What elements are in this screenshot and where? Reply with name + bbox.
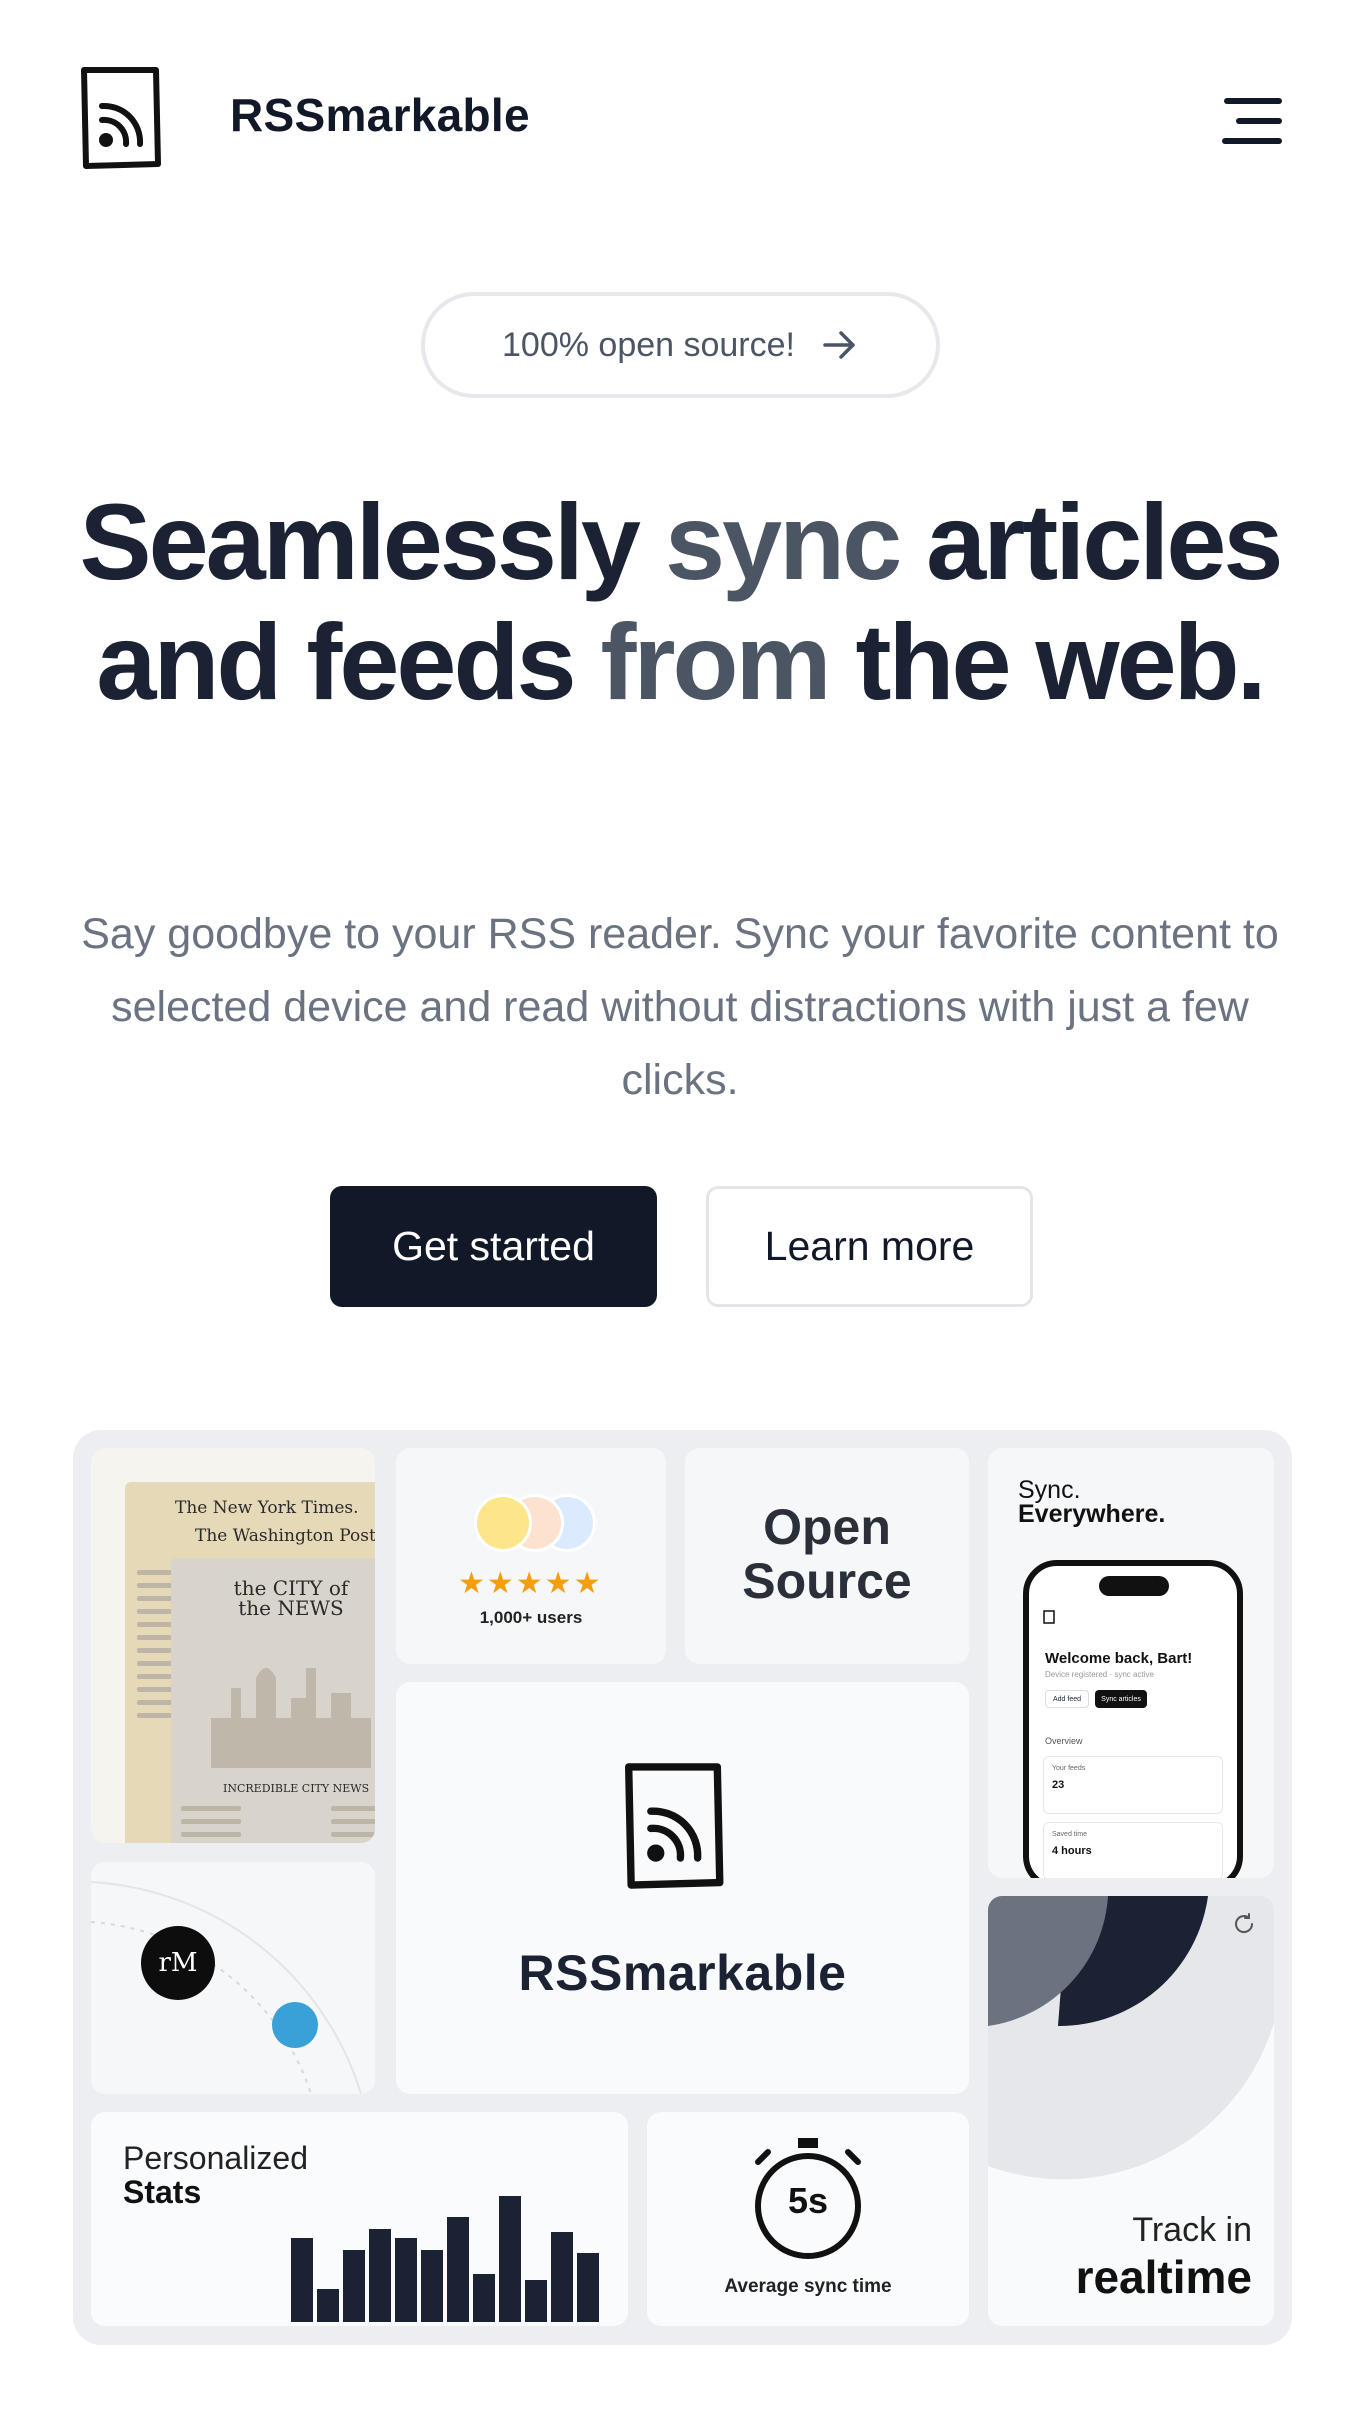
stats-bar xyxy=(447,2217,469,2322)
rss-notebook-icon xyxy=(1043,1610,1055,1624)
hamburger-menu-icon[interactable] xyxy=(1216,96,1282,146)
phone-mockup: Welcome back, Bart! Device registered · … xyxy=(1023,1560,1243,1878)
phone-add-feed-button: Add feed xyxy=(1045,1690,1089,1708)
site-header: RSSmarkable xyxy=(0,0,1360,240)
track-line1: Track in xyxy=(1132,2211,1252,2249)
arrow-right-icon xyxy=(823,331,855,359)
hero-headline: Seamlessly sync articles and feeds from … xyxy=(79,481,1284,722)
sync-time-value: 5s xyxy=(787,2180,829,2221)
track-realtime-tile: Track in realtime xyxy=(988,1896,1274,2326)
stats-bar-chart xyxy=(291,2172,601,2322)
stats-bar xyxy=(343,2250,365,2322)
stats-bar xyxy=(395,2238,417,2322)
stats-bar xyxy=(577,2253,599,2322)
orbit-lines xyxy=(91,1881,362,2094)
sync-line1: Sync. xyxy=(1018,1476,1081,1504)
brand-center-tile: RSSmarkable xyxy=(396,1682,969,2094)
sync-line2: Everywhere. xyxy=(1018,1500,1166,1528)
stats-bar xyxy=(551,2232,573,2322)
get-started-button[interactable]: Get started xyxy=(330,1186,657,1307)
sync-time-label: Average sync time xyxy=(724,2276,892,2297)
remarkable-icon: rM xyxy=(141,1926,215,2000)
stats-bar xyxy=(525,2280,547,2322)
hero-subtitle: Say goodbye to your RSS reader. Sync you… xyxy=(81,910,1279,1104)
user-avatars xyxy=(474,1494,596,1554)
refresh-icon xyxy=(1235,1913,1254,1933)
phone-overview-label: Overview xyxy=(1045,1736,1083,1746)
phone-welcome: Welcome back, Bart! xyxy=(1045,1650,1193,1667)
open-source-tile: Open Source xyxy=(685,1448,969,1664)
average-sync-time-tile: 5s Average sync time xyxy=(647,2112,969,2326)
stats-bar xyxy=(499,2196,521,2322)
phone-status: Device registered · sync active xyxy=(1045,1670,1154,1679)
stats-bar xyxy=(291,2238,313,2322)
rss-notebook-icon xyxy=(624,1763,724,1889)
feature-bento-grid: The New York Times. The Washington Post … xyxy=(73,1430,1292,2345)
stats-bar xyxy=(317,2289,339,2322)
sync-everywhere-tile: Sync. Everywhere. Welcome back, Bart! De… xyxy=(988,1448,1274,1878)
stats-line2: Stats xyxy=(123,2174,202,2210)
open-source-line1: Open xyxy=(763,1499,891,1555)
stats-bar xyxy=(473,2274,495,2322)
users-count: 1,000+ users xyxy=(479,1608,583,1627)
five-star-rating-icon: ★★★★★ xyxy=(458,1567,603,1600)
brand-name[interactable]: RSSmarkable xyxy=(230,88,530,142)
open-source-badge[interactable]: 100% open source! xyxy=(421,292,940,398)
learn-more-button[interactable]: Learn more xyxy=(706,1186,1033,1307)
track-line2: realtime xyxy=(1075,2251,1252,2303)
rss-notebook-icon[interactable] xyxy=(78,66,162,170)
stats-bar xyxy=(421,2250,443,2322)
phone-saved-time-card: Saved time 4 hours xyxy=(1043,1822,1223,1878)
stats-bar xyxy=(369,2229,391,2322)
stats-line1: Personalized xyxy=(123,2140,308,2176)
newspaper-collage-tile: The New York Times. The Washington Post … xyxy=(91,1448,375,1843)
kindle-icon xyxy=(272,2002,318,2048)
avatar xyxy=(474,1494,532,1552)
phone-sync-articles-button: Sync articles xyxy=(1095,1690,1147,1708)
users-rating-tile: ★★★★★ 1,000+ users xyxy=(396,1448,666,1664)
phone-feeds-card: Your feeds 23 xyxy=(1043,1756,1223,1814)
city-newspaper-image: the CITY of the NEWS INCREDIBLE CITY NEW… xyxy=(171,1558,375,1843)
brand-name-large: RSSmarkable xyxy=(518,1945,847,2001)
abstract-shapes xyxy=(988,1896,1274,2180)
device-orbit-tile: rM xyxy=(91,1862,375,2094)
open-source-line2: Source xyxy=(742,1553,912,1609)
badge-label: 100% open source! xyxy=(502,325,795,364)
personalized-stats-tile: Personalized Stats xyxy=(91,2112,628,2326)
